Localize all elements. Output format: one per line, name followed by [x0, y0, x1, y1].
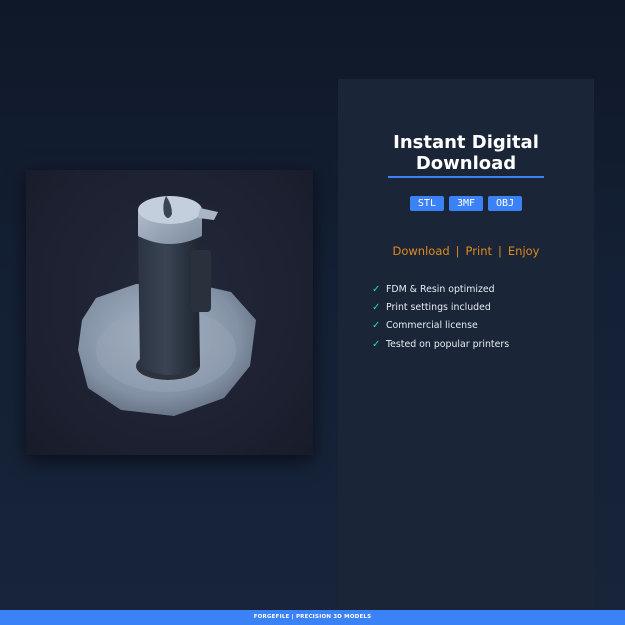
feature-label: Commercial license [386, 320, 478, 332]
footer-text: FORGEFILE | PRECISION 3D MODELS [253, 614, 372, 620]
feature-item: ✓ Print settings included [372, 298, 509, 316]
product-image [26, 170, 313, 455]
title-line-1: Instant Digital [393, 132, 539, 153]
tagline: Download | Print | Enjoy [338, 244, 594, 258]
check-icon: ✓ [372, 320, 381, 332]
tower-model-illustration [78, 196, 256, 416]
tagline-enjoy: Enjoy [507, 244, 540, 258]
footer-bar: FORGEFILE | PRECISION 3D MODELS [0, 610, 625, 625]
feature-item: ✓ Tested on popular printers [372, 335, 509, 353]
format-badge-stl: STL [409, 196, 444, 211]
check-icon: ✓ [372, 283, 381, 295]
feature-label: Print settings included [386, 301, 491, 313]
tagline-separator: | [498, 244, 502, 258]
check-icon: ✓ [372, 301, 381, 313]
feature-list: ✓ FDM & Resin optimized ✓ Print settings… [372, 280, 509, 353]
title-line-2: Download [415, 153, 517, 174]
format-badge-3mf: 3MF [448, 196, 484, 211]
feature-label: Tested on popular printers [386, 338, 510, 350]
feature-label: FDM & Resin optimized [386, 283, 495, 295]
title-divider [388, 176, 544, 178]
feature-item: ✓ FDM & Resin optimized [372, 280, 509, 298]
feature-item: ✓ Commercial license [372, 317, 509, 335]
check-icon: ✓ [372, 338, 381, 350]
format-badges: STL 3MF OBJ [338, 196, 594, 211]
panel-title: Instant Digital Download [338, 132, 594, 174]
download-info-panel: Instant Digital Download STL 3MF OBJ Dow… [338, 79, 594, 625]
format-badge-obj: OBJ [488, 196, 523, 211]
tagline-separator: | [455, 244, 460, 258]
tagline-download: Download [392, 244, 450, 258]
tagline-print: Print [465, 244, 493, 258]
